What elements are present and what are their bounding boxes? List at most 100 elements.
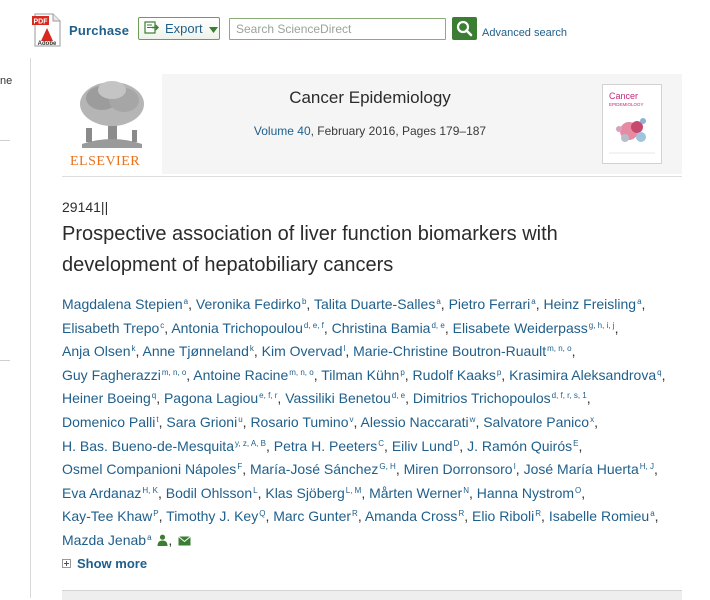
author-link[interactable]: Elisabeth Trepoc — [62, 320, 164, 336]
sidebar-fragment-text: ne — [0, 75, 13, 87]
author-link[interactable]: María-José SánchezG, H — [250, 461, 396, 477]
author-link[interactable]: Rudolf Kaaksp — [413, 367, 502, 383]
author-name: Marc Gunter — [273, 508, 352, 525]
journal-header: ELSEVIER Cancer Epidemiology Volume 40, … — [62, 74, 682, 177]
issue-details: , February 2016, Pages 179–187 — [310, 124, 487, 138]
author-link[interactable]: Christina Bamiad, e — [332, 320, 445, 336]
advanced-search-link[interactable]: Advanced search — [482, 27, 567, 39]
export-button[interactable]: Export — [138, 17, 220, 40]
adobe-brand-text: Adobe — [38, 41, 57, 47]
author-name: Dimitrios Trichopoulos — [412, 390, 551, 407]
author-link[interactable]: Mazda Jenaba — [62, 532, 152, 548]
journal-cover-thumbnail[interactable]: Cancer EPIDEMIOLOGY — [602, 84, 662, 164]
author-name: Heiner Boeing — [62, 390, 151, 407]
author-link[interactable]: Eiliv LundD — [392, 438, 459, 454]
author-link[interactable]: Marie-Christine Boutron-Ruaultm, n, o — [353, 343, 571, 359]
author-affiliation-marker[interactable]: d, e — [392, 391, 405, 400]
author-link[interactable]: Krasimira Aleksandrovaq — [509, 367, 662, 383]
author-link[interactable]: Elisabete Weiderpassg, h, i, j — [453, 320, 615, 336]
author-link[interactable]: Vassiliki Benetoud, e — [285, 390, 405, 406]
journal-cover-image: Cancer EPIDEMIOLOGY — [609, 91, 655, 154]
author-affiliation-marker[interactable]: a — [147, 533, 151, 542]
author-separator: , — [541, 508, 549, 525]
author-link[interactable]: Mårten WernerN — [369, 485, 469, 501]
author-name: Pietro Ferrari — [448, 296, 531, 312]
author-link[interactable]: Pietro Ferraria — [449, 296, 536, 312]
author-link[interactable]: Klas SjöbergL, M — [265, 485, 361, 501]
author-link[interactable]: Bodil OhlssonL — [166, 485, 258, 501]
author-affiliation-marker[interactable]: d, e, f — [304, 321, 324, 330]
author-link[interactable]: Tilman Kühnp — [321, 367, 405, 383]
volume-link[interactable]: Volume 40 — [254, 124, 311, 138]
article-title: Prospective association of liver functio… — [62, 223, 558, 276]
author-link[interactable]: Heinz Freislinga — [543, 296, 641, 312]
author-name: Anja Olsen — [62, 343, 131, 360]
author-link[interactable]: José María HuertaH, J — [524, 461, 654, 477]
author-separator: , — [157, 484, 166, 501]
elsevier-wordmark: ELSEVIER — [70, 154, 141, 169]
author-link[interactable]: Magdalena Stepiena — [62, 296, 188, 312]
author-link[interactable]: J. Ramón QuirósE — [467, 438, 578, 454]
author-link[interactable]: Miren DorronsoroI — [404, 461, 516, 477]
author-link[interactable]: Amanda CrossR — [365, 508, 464, 524]
author-affiliation-marker[interactable]: d, e — [431, 321, 444, 330]
purchase-label: Purchase — [69, 22, 130, 38]
author-link[interactable]: H. Bas. Bueno-de-Mesquitay, z, A, B — [62, 438, 266, 454]
author-name: Tilman Kühn — [321, 366, 400, 383]
author-separator: , — [581, 484, 586, 501]
author-name: Krasimira Aleksandrova — [509, 366, 657, 383]
author-link[interactable]: Kay-Tee KhawP — [62, 508, 159, 524]
author-link[interactable]: Osmel Companioni NápolesF — [62, 461, 242, 477]
author-separator: , — [459, 437, 468, 454]
author-link[interactable]: Kim Overvadl — [262, 343, 346, 359]
author-link[interactable]: Rosario Tuminov — [250, 414, 353, 430]
author-affiliation-marker[interactable]: G, H — [379, 462, 395, 471]
person-icon[interactable] — [157, 534, 168, 546]
author-affiliation-marker[interactable]: e, f, r — [259, 391, 277, 400]
elsevier-logo[interactable]: ELSEVIER — [62, 78, 162, 174]
author-link[interactable]: Talita Duarte-Sallesa — [314, 296, 441, 312]
author-affiliation-marker[interactable]: d, f, r, s, 1 — [552, 391, 587, 400]
author-affiliation-marker[interactable]: m, n, o — [547, 344, 571, 353]
author-affiliation-marker[interactable]: H, J — [640, 462, 654, 471]
author-link[interactable]: Petra H. PeetersC — [274, 438, 384, 454]
author-link[interactable]: Antoine Racinem, n, o — [193, 367, 313, 383]
author-link[interactable]: Hanna NystromO — [477, 485, 582, 501]
journal-title-link[interactable]: Cancer Epidemiology — [162, 88, 578, 108]
author-link[interactable]: Elio RiboliR — [472, 508, 541, 524]
author-name: Eva Ardanaz — [62, 484, 142, 501]
author-link[interactable]: Antonia Trichopouloud, e, f — [171, 320, 324, 336]
envelope-icon[interactable] — [178, 536, 192, 546]
author-name: Kay-Tee Khaw — [62, 508, 153, 525]
author-link[interactable]: Sara Grioniu — [166, 414, 242, 430]
author-link[interactable]: Heiner Boeingq — [62, 390, 156, 406]
author-link[interactable]: Guy Fagherazzim, n, o — [62, 367, 186, 383]
author-name: J. Ramón Quirós — [467, 437, 573, 454]
purchase-pdf-button[interactable]: PDF Adobe Purchase — [32, 12, 129, 48]
author-link[interactable]: Anne Tjønnelandk — [143, 343, 254, 359]
search-button[interactable] — [452, 17, 477, 40]
author-link[interactable]: Veronika Fedirkob — [196, 296, 307, 312]
author-link[interactable]: Isabelle Romieua — [549, 508, 655, 524]
author-name: Antoine Racine — [193, 366, 289, 383]
show-more-button[interactable]: Show more — [62, 556, 147, 571]
author-affiliation-marker[interactable]: m, n, o — [289, 368, 313, 377]
author-affiliation-marker[interactable]: y, z, A, B — [235, 439, 266, 448]
author-name: Petra H. Peeters — [273, 437, 378, 454]
author-link[interactable]: Pagona Lagioue, f, r — [164, 390, 277, 406]
author-link[interactable]: Anja Olsenk — [62, 343, 135, 359]
author-affiliation-marker[interactable]: m, n, o — [162, 368, 186, 377]
author-link[interactable]: Dimitrios Trichopoulosd, f, r, s, 1 — [413, 390, 587, 406]
author-link[interactable]: Marc GunterR — [273, 508, 358, 524]
author-link[interactable]: Domenico Pallit — [62, 414, 159, 430]
author-link[interactable]: Salvatore Panicox — [483, 414, 594, 430]
author-affiliation-marker[interactable]: L, M — [346, 486, 362, 495]
author-affiliation-marker[interactable]: H, K — [142, 486, 158, 495]
author-link[interactable]: Eva ArdanazH, K — [62, 485, 158, 501]
author-separator: , — [571, 343, 576, 360]
author-name: Domenico Palli — [62, 413, 156, 430]
author-affiliation-marker[interactable]: g, h, i, j — [589, 321, 615, 330]
author-link[interactable]: Alessio Naccaratiw — [361, 414, 476, 430]
search-input[interactable] — [229, 18, 446, 40]
author-link[interactable]: Timothy J. KeyQ — [166, 508, 265, 524]
